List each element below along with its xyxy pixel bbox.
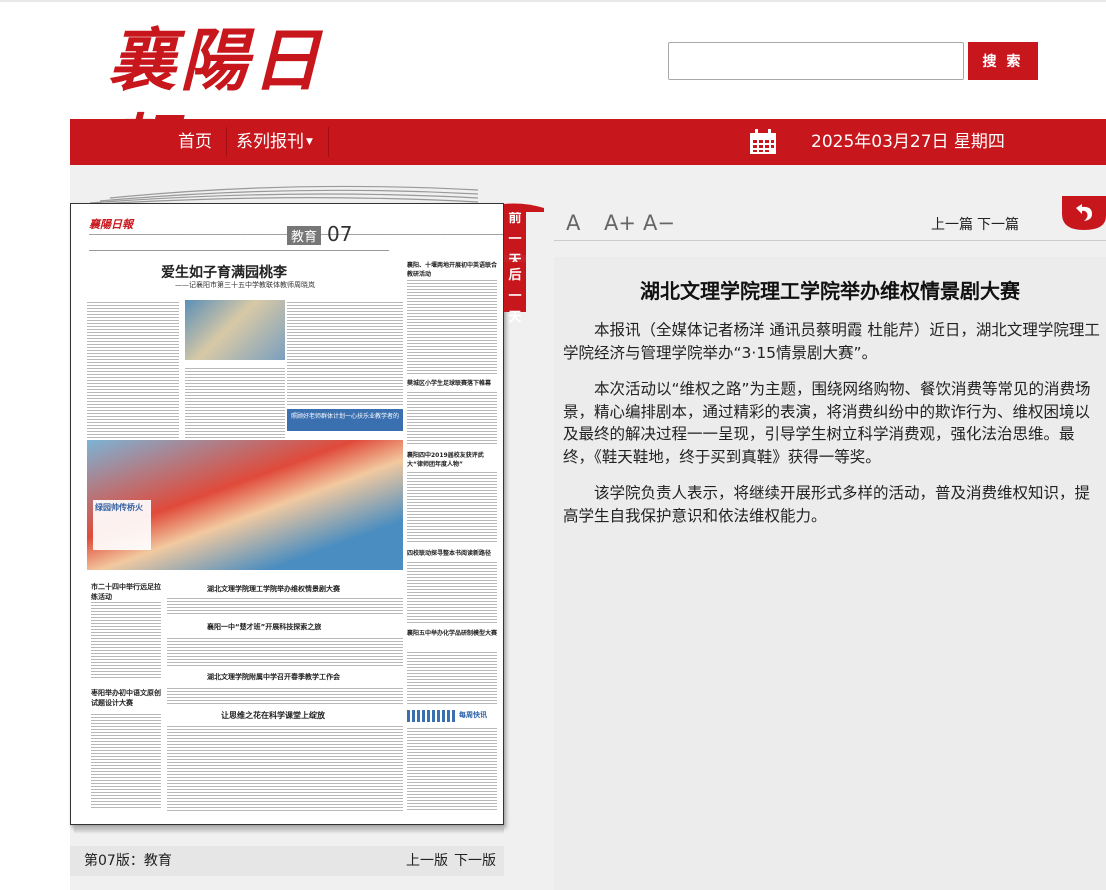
top-border	[0, 0, 1106, 2]
paper-stack-decoration	[79, 185, 479, 206]
np-bottom-head-2[interactable]: 襄阳一中“楚才班”开展科技探索之旅	[207, 622, 321, 632]
np-bottom-head-3[interactable]: 湖北文理学院附属中学召开春季教学工作会	[207, 672, 340, 682]
np-text-block	[407, 726, 497, 812]
np-blue-box: 照顾好老师群体计划一心扶乐业教学者的	[287, 409, 403, 431]
np-text-block	[407, 390, 497, 446]
search-button[interactable]: 搜 索	[968, 42, 1038, 80]
site-logo[interactable]: 襄陽日報	[108, 18, 368, 187]
np-text-block	[167, 596, 403, 616]
next-page-link[interactable]: 下一版	[454, 846, 496, 876]
newspaper-page-image[interactable]: 襄陽日報 ━━━━━━━━━━━━━━━━━━━━━━━━━━━━━━━━━━━…	[70, 203, 504, 825]
next-article-link[interactable]: 下一篇	[977, 214, 1019, 234]
article-panel: 湖北文理学院理工学院举办维权情景剧大赛 本报讯（全媒体记者杨洋 通讯员蔡明霞 杜…	[554, 257, 1106, 890]
np-photo-caption: 绿园帅传桥火	[95, 503, 143, 512]
np-text-block	[167, 724, 403, 812]
back-icon[interactable]	[1062, 196, 1106, 230]
np-skyline	[407, 710, 457, 722]
article-paragraph: 本报讯（全媒体记者杨洋 通讯员蔡明霞 杜能芹）近日，湖北文理学院理工学院经济与管…	[563, 321, 1100, 362]
np-section-tag: 教育	[287, 226, 322, 245]
np-text-block	[91, 600, 161, 680]
np-text-block	[287, 300, 403, 406]
font-smaller-button[interactable]: A−	[643, 210, 675, 236]
search-input[interactable]	[668, 42, 964, 80]
np-headline[interactable]: 爱生如子育满园桃李	[161, 262, 287, 282]
np-side-head-4[interactable]: 四校联动探寻整本书阅读新路径	[407, 548, 497, 557]
np-page-number: 07	[327, 222, 353, 246]
np-side-head-3[interactable]: 襄阳四中2019届校友获评武大“律师团年度人物”	[407, 450, 497, 468]
np-photo-caption-box: 绿园帅传桥火	[93, 500, 151, 550]
np-side-head-2[interactable]: 樊城区小学生足球联赛落下帷幕	[407, 378, 497, 387]
prev-page-link[interactable]: 上一版	[406, 846, 448, 876]
prev-day-tab[interactable]: 前一天	[504, 205, 526, 268]
np-text-block	[87, 300, 179, 440]
np-photo[interactable]	[185, 300, 285, 360]
font-larger-button[interactable]: A+	[604, 210, 636, 236]
np-masthead: 襄陽日報	[89, 218, 133, 231]
np-text-block	[185, 366, 285, 440]
next-day-tab[interactable]: 后一天	[504, 262, 526, 325]
nav-series-label: 系列报刊	[236, 132, 304, 152]
np-text-block	[407, 560, 497, 624]
page-label: 第07版：教育	[84, 853, 172, 869]
np-left-head-2[interactable]: 枣阳举办初中语文原创试题设计大赛	[91, 688, 161, 708]
current-date: 2025年03月27日 星期四	[811, 132, 1005, 152]
np-side-head-1[interactable]: 襄阳、十堰两地开展初中英语联合教研活动	[407, 260, 497, 278]
prev-article-link[interactable]: 上一篇	[931, 214, 973, 234]
calendar-icon	[750, 129, 776, 154]
np-rule	[89, 250, 389, 251]
article-body: 本报讯（全媒体记者杨洋 通讯员蔡明霞 杜能芹）近日，湖北文理学院理工学院经济与管…	[563, 319, 1103, 541]
np-brief-head: 每周快讯	[459, 711, 487, 719]
font-normal-button[interactable]: A	[566, 210, 580, 236]
article-paragraph: 本次活动以“维权之路”为主题，围绕网络购物、餐饮消费等常见的消费场景，精心编排剧…	[563, 380, 1091, 466]
np-bottom-head-1[interactable]: 湖北文理学院理工学院举办维权情景剧大赛	[207, 584, 340, 594]
toolbar-divider	[554, 240, 1106, 241]
paper-shadow	[74, 828, 504, 834]
nav-series-dropdown[interactable]: 系列报刊 ▼	[236, 119, 313, 165]
article-title: 湖北文理学院理工学院举办维权情景剧大赛	[640, 279, 1020, 303]
nav-home[interactable]: 首页	[178, 119, 212, 165]
caret-down-icon: ▼	[306, 137, 313, 147]
np-subhead: ——记襄阳市第三十五中学教联体教师周晓岚	[175, 281, 315, 289]
nav-divider	[328, 127, 329, 157]
next-day-label: 后一天	[508, 268, 522, 325]
np-text-block	[167, 686, 403, 706]
nav-divider	[226, 127, 227, 157]
np-text-block	[167, 636, 403, 666]
article-paragraph: 该学院负责人表示，将继续开展形式多样的活动，普及消费维权知识，提高学生自我保护意…	[563, 484, 1091, 525]
np-left-head-1[interactable]: 市二十四中举行远足拉练活动	[91, 582, 161, 602]
np-text-block	[407, 470, 497, 542]
np-text-block	[91, 712, 161, 808]
np-side-head-5[interactable]: 襄阳五中举办化学品研制模型大赛	[407, 628, 497, 637]
np-bottom-head-4[interactable]: 让思维之花在科学课堂上绽放	[221, 710, 325, 721]
np-text-block	[407, 278, 497, 374]
page-footer: 第07版：教育 上一版 下一版	[70, 846, 504, 876]
ribbon-curl	[504, 203, 544, 212]
main-nav: 首页 系列报刊 ▼ 2025年03月27日 星期四	[70, 119, 1106, 165]
np-text-block	[407, 650, 497, 704]
